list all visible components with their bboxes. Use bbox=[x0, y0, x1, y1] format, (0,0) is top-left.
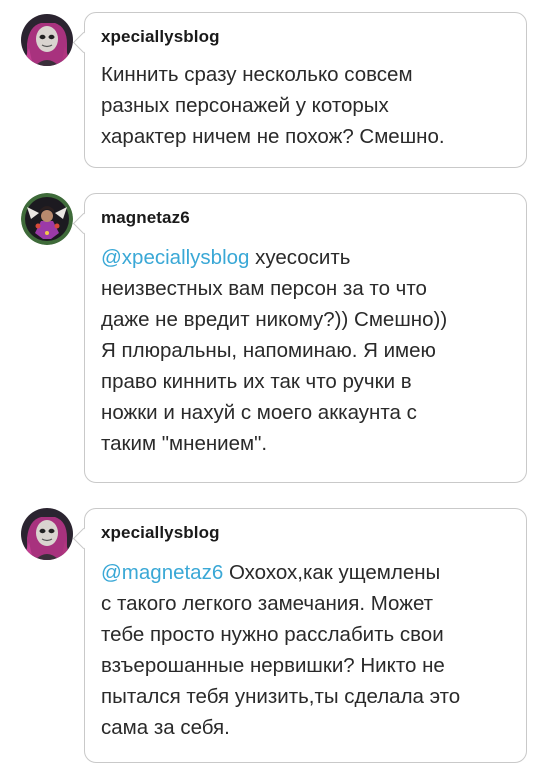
reply-text: @magnetaz6 Охохох,как ущемлены с такого … bbox=[101, 557, 506, 743]
mention-link[interactable]: @magnetaz6 bbox=[101, 561, 223, 584]
user-avatar[interactable] bbox=[21, 14, 73, 66]
reply-username[interactable]: xpeciallysblog bbox=[101, 523, 220, 543]
user-avatar[interactable] bbox=[21, 193, 73, 245]
reply-text: @xpeciallysblog хуесосить неизвестных ва… bbox=[101, 242, 506, 459]
reply-bubble: xpeciallysblog Киннить сразу несколько с… bbox=[84, 12, 527, 168]
reply-body: Охохох,как ущемлены с такого легкого зам… bbox=[101, 561, 461, 739]
user-avatar[interactable] bbox=[21, 508, 73, 560]
reply-body: Киннить сразу несколько совсем разных пе… bbox=[101, 63, 445, 148]
reply-text: Киннить сразу несколько совсем разных пе… bbox=[101, 59, 506, 152]
mention-link[interactable]: @xpeciallysblog bbox=[101, 246, 249, 269]
pink-haired-masked-avatar-icon bbox=[21, 14, 73, 66]
green-ringed-character-avatar-icon bbox=[21, 193, 73, 245]
reply-bubble: magnetaz6 @xpeciallysblog хуесосить неиз… bbox=[84, 193, 527, 483]
reply-username[interactable]: magnetaz6 bbox=[101, 208, 190, 228]
pink-haired-masked-avatar-icon bbox=[21, 508, 73, 560]
reply-bubble: xpeciallysblog @magnetaz6 Охохох,как уще… bbox=[84, 508, 527, 763]
reply-body: хуесосить неизвестных вам персон за то ч… bbox=[101, 246, 448, 455]
reply-username[interactable]: xpeciallysblog bbox=[101, 27, 220, 47]
